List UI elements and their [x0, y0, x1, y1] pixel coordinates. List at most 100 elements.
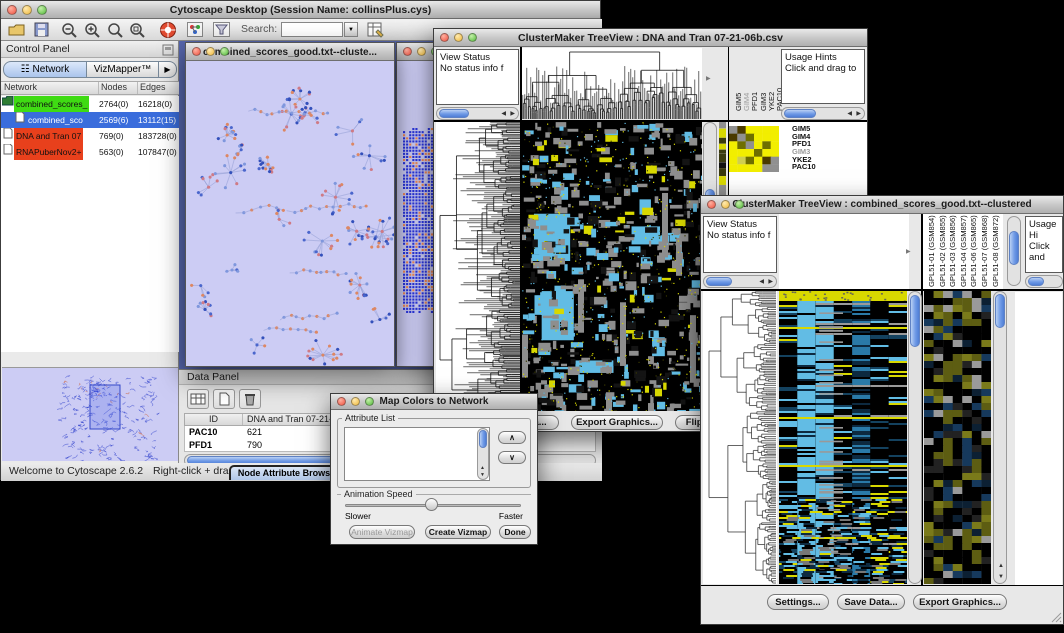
treeview1-status-hscrollbar[interactable]: ◀▶ — [436, 107, 519, 120]
attribute-item[interactable] — [345, 447, 489, 456]
gene-label[interactable] — [1015, 466, 1062, 475]
gene-label[interactable] — [1015, 292, 1062, 301]
zoom-fit-icon[interactable] — [129, 22, 146, 38]
attribute-item[interactable] — [345, 456, 489, 465]
network-2-canvas[interactable] — [403, 128, 433, 314]
open-folder-icon[interactable] — [8, 22, 26, 38]
treeview1-row-dendrogram[interactable] — [436, 122, 520, 411]
gene-label[interactable] — [1015, 484, 1062, 493]
animate-vizmap-button[interactable]: Animate Vizmap — [349, 525, 415, 539]
search-input[interactable] — [281, 22, 343, 37]
move-up-button[interactable]: ∧ — [498, 431, 526, 444]
move-down-button[interactable]: ∨ — [498, 451, 526, 464]
treeview2-hints-vscrollbar[interactable] — [1007, 216, 1021, 286]
treeview2-gene-list[interactable] — [1015, 292, 1062, 585]
gene-label[interactable] — [1015, 429, 1062, 438]
save-icon[interactable] — [34, 22, 50, 38]
gene-label[interactable] — [1015, 493, 1062, 502]
attribute-listbox[interactable] — [344, 427, 490, 481]
minimize-icon[interactable] — [206, 47, 215, 56]
zoom-icon[interactable] — [37, 5, 47, 15]
gene-label[interactable] — [1015, 338, 1062, 347]
gene-label[interactable] — [1015, 457, 1062, 466]
main-title-bar[interactable]: Cytoscape Desktop (Session Name: collins… — [1, 1, 600, 19]
gene-label[interactable] — [1015, 566, 1062, 575]
new-attribute-icon[interactable] — [213, 389, 235, 409]
minimize-icon[interactable] — [417, 47, 426, 56]
gene-label[interactable] — [1015, 374, 1062, 383]
gene-label[interactable] — [1015, 319, 1062, 328]
gene-label[interactable] — [1015, 329, 1062, 338]
gene-label[interactable] — [1015, 402, 1062, 411]
window-controls[interactable] — [7, 5, 47, 15]
zoom-in-icon[interactable] — [84, 22, 101, 38]
gene-label[interactable] — [1015, 347, 1062, 356]
close-icon[interactable] — [707, 200, 716, 209]
gene-label[interactable] — [1015, 393, 1062, 402]
table-mode-icon[interactable] — [187, 389, 209, 409]
float-panel-icon[interactable] — [162, 44, 174, 56]
zoom-out-icon[interactable] — [61, 22, 78, 38]
gene-label[interactable] — [1015, 521, 1062, 530]
export-graphics-button[interactable]: Export Graphics... — [913, 594, 1007, 610]
help-lifering-icon[interactable] — [159, 21, 177, 39]
window-controls[interactable] — [440, 33, 477, 42]
zoom-icon[interactable] — [468, 33, 477, 42]
zoom-selected-icon[interactable] — [107, 22, 124, 38]
attribute-list-vscrollbar[interactable]: ▲▼ — [477, 428, 489, 480]
attribute-item[interactable] — [345, 474, 489, 481]
gene-label[interactable] — [1015, 365, 1062, 374]
save-data-button[interactable]: Save Data... — [837, 594, 905, 610]
create-vizmap-button[interactable]: Create Vizmap — [425, 525, 491, 539]
treeview1-column-dendrogram[interactable] — [522, 48, 702, 119]
close-icon[interactable] — [7, 5, 17, 15]
gene-label[interactable] — [1015, 575, 1062, 584]
minimize-icon[interactable] — [721, 200, 730, 209]
tab-node-attribute-browser[interactable]: Node Attribute Brows — [229, 465, 339, 480]
gene-label[interactable] — [1015, 548, 1062, 557]
search-dropdown-icon[interactable]: ▼ — [344, 22, 358, 37]
treeview2-heatmap[interactable] — [779, 291, 907, 584]
treeview2-status-hscrollbar[interactable]: ◀▶ — [703, 275, 777, 288]
table-report-icon[interactable] — [367, 21, 385, 39]
tab-network[interactable]: ☷ Network — [3, 61, 87, 78]
export-graphics-button[interactable]: Export Graphics... — [571, 415, 663, 430]
done-button[interactable]: Done — [499, 525, 531, 539]
gene-label[interactable] — [1015, 301, 1062, 310]
network-table-header[interactable]: Network Nodes Edges — [1, 81, 179, 95]
treeview1-mini-heatmap[interactable] — [729, 126, 779, 172]
network-overview[interactable] — [2, 367, 178, 461]
network-1-canvas[interactable] — [186, 61, 394, 366]
treeview2-hints-hscrollbar[interactable] — [1025, 275, 1063, 288]
vizmapper-icon[interactable] — [187, 22, 204, 38]
minimize-icon[interactable] — [22, 5, 32, 15]
attribute-item[interactable] — [345, 437, 489, 446]
delete-attribute-icon[interactable] — [239, 389, 261, 409]
gene-label[interactable] — [1015, 539, 1062, 548]
dialog-title-bar[interactable]: Map Colors to Network — [331, 394, 537, 410]
network-window-1-title-bar[interactable]: combined_scores_good.txt--cluste... — [186, 43, 394, 61]
tab-vizmapper[interactable]: VizMapper™ — [87, 61, 159, 78]
zoom-icon[interactable] — [220, 47, 229, 56]
gene-label[interactable] — [1015, 447, 1062, 456]
treeview2-row-dendrogram[interactable] — [703, 291, 777, 584]
close-icon[interactable] — [403, 47, 412, 56]
network-row[interactable]: combined_sco 2569(6) 13112(15) — [1, 112, 179, 128]
network-row[interactable]: combined_scores_ 2764(0) 16218(0) — [1, 96, 179, 112]
zoom-icon[interactable] — [365, 397, 374, 406]
treeview1-heatmap[interactable] — [522, 122, 702, 411]
gene-label[interactable] — [1015, 420, 1062, 429]
tab-overflow-icon[interactable]: ▶ — [159, 61, 177, 78]
close-icon[interactable] — [337, 397, 346, 406]
gene-label[interactable] — [1015, 356, 1062, 365]
gene-label[interactable] — [1015, 411, 1062, 420]
splitter-arrow-icon[interactable]: ▶ — [706, 75, 711, 82]
gene-label[interactable] — [1015, 310, 1062, 319]
treeview2-vscrollbar[interactable] — [908, 291, 922, 584]
settings-button[interactable]: Settings... — [767, 594, 829, 610]
close-icon[interactable] — [192, 47, 201, 56]
gene-label[interactable] — [1015, 530, 1062, 539]
window-controls[interactable] — [192, 47, 229, 56]
resize-grip[interactable] — [1050, 611, 1062, 623]
network-overview-canvas[interactable] — [2, 369, 176, 461]
